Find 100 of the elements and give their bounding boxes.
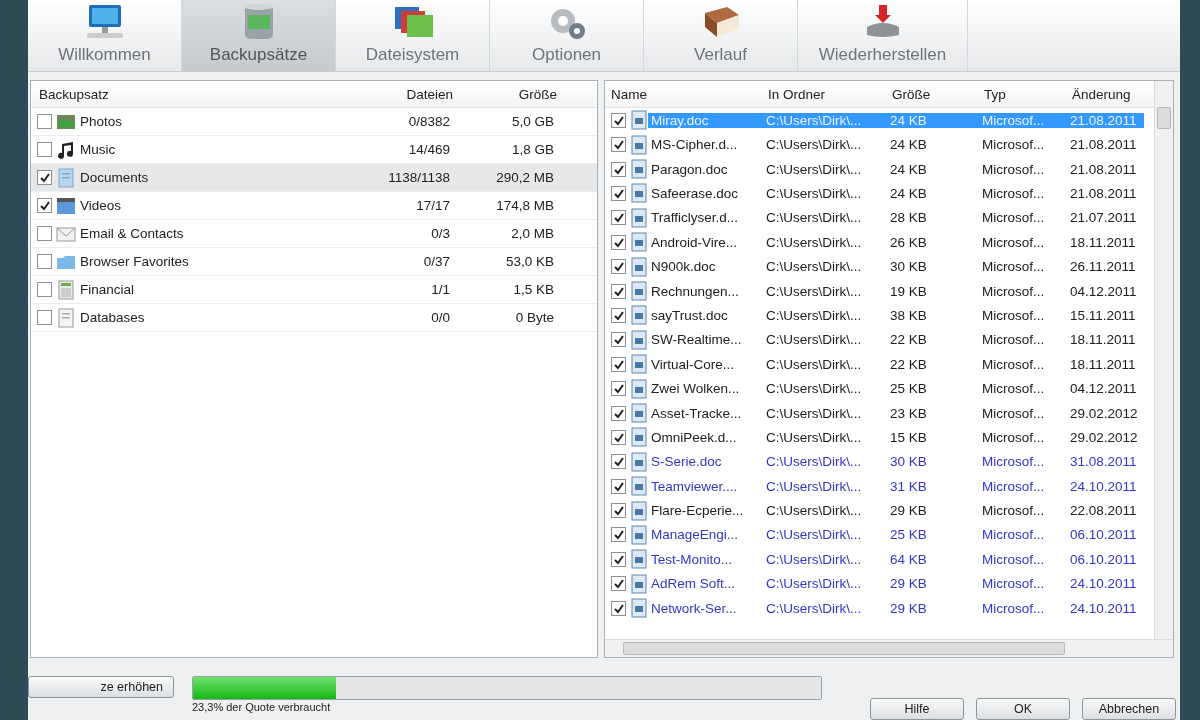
checkbox[interactable] (611, 259, 626, 275)
dialog-button[interactable]: Abbrechen (1082, 698, 1176, 720)
checkbox[interactable] (611, 112, 626, 128)
checkbox[interactable] (37, 170, 52, 186)
toolbar-tab[interactable]: Backupsätze (182, 0, 336, 72)
table-cell-text: 04.12.2011 (1069, 283, 1138, 299)
file-row[interactable]: Android-Vire... C:\Users\Dirk\... 26 KB Microsof... 18.11.2011 (605, 230, 1154, 255)
toolbar-tab[interactable]: Dateisystem (336, 0, 490, 72)
checkbox[interactable] (611, 600, 626, 616)
column-header[interactable]: Dateien (381, 86, 461, 102)
backup-set-row[interactable]: Documents 1138/1138 290,2 MB (31, 164, 597, 193)
checkbox[interactable] (611, 576, 626, 592)
file-row[interactable]: S-Serie.doc C:\Users\Dirk\... 30 KB Microsof... 31.08.2011 (605, 449, 1154, 474)
checkbox[interactable] (611, 527, 626, 543)
table-cell: C:\Users\Dirk\... (760, 112, 884, 128)
checkbox[interactable] (611, 429, 626, 445)
column-header[interactable]: Größe (461, 86, 565, 102)
table-cell-text: C:\Users\Dirk\... (765, 161, 863, 177)
file-row[interactable]: ManageEngi... C:\Users\Dirk\... 25 KB Microsof... 06.10.2011 (605, 522, 1154, 548)
increase-quota-button[interactable]: ze erhöhen (28, 676, 174, 698)
file-row[interactable]: sayTrust.doc C:\Users\Dirk\... 38 KB Microsof... 15.11.2011 (605, 303, 1154, 328)
column-header[interactable]: Backupsatz (31, 86, 381, 102)
toolbar-tab[interactable]: Willkommen (28, 0, 182, 72)
checkbox[interactable] (611, 551, 626, 567)
checkbox[interactable] (37, 198, 52, 214)
checkbox[interactable] (611, 283, 626, 299)
checkbox[interactable] (37, 114, 52, 130)
table-cell-text: 290,2 MB (495, 170, 555, 186)
checkbox[interactable] (611, 186, 626, 201)
checkbox[interactable] (611, 332, 626, 348)
column-header[interactable]: Größe (884, 86, 976, 102)
checkbox[interactable] (37, 310, 52, 326)
column-header[interactable]: Typ (976, 86, 1064, 102)
backup-set-row[interactable]: Databases 0/0 0 Byte (31, 304, 597, 333)
file-row[interactable]: SW-Realtime... C:\Users\Dirk\... 22 KB Microsof... 18.11.2011 (605, 327, 1154, 353)
column-header[interactable]: Änderung (1064, 86, 1146, 102)
file-row[interactable]: AdRem Soft... C:\Users\Dirk\... 29 KB Microsof... 24.10.2011 (605, 571, 1154, 596)
checkbox[interactable] (611, 454, 626, 470)
column-header[interactable]: In Ordner (760, 86, 884, 102)
table-cell-text: 1,8 GB (510, 142, 555, 158)
toolbar-tab[interactable]: Wiederherstellen (798, 0, 968, 72)
file-row[interactable]: Virtual-Core... C:\Users\Dirk\... 22 KB Microsof... 18.11.2011 (605, 352, 1154, 377)
backup-set-row[interactable]: Photos 0/8382 5,0 GB (31, 108, 597, 137)
table-cell-text: Rechnungen... (650, 283, 740, 299)
table-cell-text: S-Serie.doc (650, 454, 723, 470)
checkbox[interactable] (611, 356, 626, 372)
checkbox[interactable] (611, 161, 626, 177)
backup-set-row[interactable]: Videos 17/17 174,8 MB (31, 192, 597, 221)
table-cell-text: C:\Users\Dirk\... (765, 576, 863, 592)
checkbox[interactable] (611, 234, 626, 250)
checkbox[interactable] (37, 226, 52, 242)
table-cell-text: OmniPeek.d... (650, 429, 738, 445)
document-icon (630, 256, 648, 277)
checkbox[interactable] (611, 478, 626, 494)
toolbar-tab[interactable]: Optionen (490, 0, 644, 72)
checkbox[interactable] (611, 210, 626, 226)
table-cell-text: C:\Users\Dirk\... (765, 381, 863, 397)
checkbox[interactable] (611, 307, 626, 323)
table-cell-text: ManageEngi... (650, 527, 740, 543)
file-row[interactable]: MS-Cipher.d... C:\Users\Dirk\... 24 KB Microsof... 21.08.2011 (605, 132, 1154, 157)
checkbox[interactable] (37, 142, 52, 158)
backup-set-row[interactable]: Financial 1/1 1,5 KB (31, 276, 597, 305)
file-row[interactable]: Teamviewer.... C:\Users\Dirk\... 31 KB Microsof... 24.10.2011 (605, 474, 1154, 499)
dialog-button[interactable]: Hilfe (870, 698, 964, 720)
toolbar-tab[interactable]: Verlauf (644, 0, 798, 72)
check-icon (612, 285, 625, 297)
checkbox[interactable] (611, 405, 626, 421)
backup-set-row[interactable]: Email & Contacts 0/3 2,0 MB (31, 220, 597, 249)
column-header[interactable]: Name (605, 86, 760, 102)
dialog-button[interactable]: OK (976, 698, 1070, 720)
table-cell-text: Microsof... (981, 405, 1046, 421)
file-row[interactable]: OmniPeek.d... C:\Users\Dirk\... 15 KB Microsof... 29.02.2012 (605, 425, 1154, 450)
checkbox[interactable] (611, 137, 626, 153)
vertical-scrollbar[interactable] (1154, 81, 1173, 639)
file-row[interactable]: N900k.doc C:\Users\Dirk\... 30 KB Microsof... 26.11.2011 (605, 254, 1154, 279)
document-icon (630, 134, 648, 155)
table-cell-text: 06.10.2011 (1069, 551, 1138, 567)
file-row[interactable]: Flare-Ecperie... C:\Users\Dirk\... 29 KB Microsof... 22.08.2011 (605, 498, 1154, 523)
table-cell-text: Asset-Tracke... (650, 405, 743, 421)
horizontal-scrollbar[interactable] (605, 639, 1173, 657)
table-cell-text: 21.07.2011 (1069, 210, 1138, 226)
file-row[interactable]: Zwei Wolken... C:\Users\Dirk\... 25 KB Microsof... 04.12.2011 (605, 376, 1154, 401)
check-icon (612, 358, 625, 370)
checkbox[interactable] (611, 503, 626, 519)
table-cell-text: C:\Users\Dirk\... (765, 307, 863, 323)
backup-set-row[interactable]: Browser Favorites 0/37 53,0 KB (31, 248, 597, 277)
file-row[interactable]: Asset-Tracke... C:\Users\Dirk\... 23 KB Microsof... 29.02.2012 (605, 400, 1154, 426)
file-row[interactable]: Paragon.doc C:\Users\Dirk\... 24 KB Microsof... 21.08.2011 (605, 156, 1154, 182)
checkbox[interactable] (611, 381, 626, 397)
checkbox[interactable] (37, 282, 52, 298)
table-cell-text: Microsof... (981, 161, 1046, 177)
table-cell-text: Microsof... (981, 137, 1046, 153)
file-row[interactable]: Rechnungen... C:\Users\Dirk\... 19 KB Microsof... 04.12.2011 (605, 278, 1154, 304)
checkbox[interactable] (37, 254, 52, 270)
document-icon (630, 354, 648, 375)
file-row[interactable]: Trafficlyser.d... C:\Users\Dirk\... 28 KB Microsof... 21.07.2011 (605, 205, 1154, 231)
file-row[interactable]: Test-Monito... C:\Users\Dirk\... 64 KB Microsof... 06.10.2011 (605, 547, 1154, 572)
file-row[interactable]: Network-Ser... C:\Users\Dirk\... 29 KB Microsof... 24.10.2011 (605, 595, 1154, 621)
file-row[interactable]: Safeerase.doc C:\Users\Dirk\... 24 KB Microsof... 21.08.2011 (605, 181, 1154, 206)
table-cell-text: Flare-Ecperie... (650, 503, 745, 519)
